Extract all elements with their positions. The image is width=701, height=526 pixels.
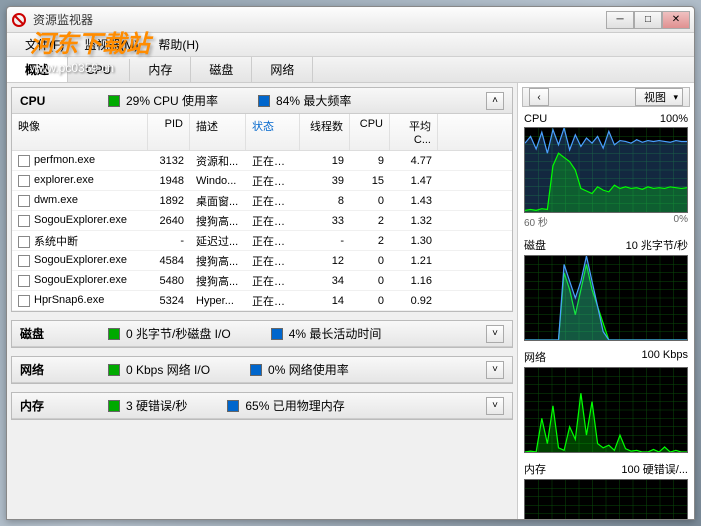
col-pid[interactable]: PID <box>148 114 190 150</box>
disk-io-indicator-icon <box>108 328 120 340</box>
cpu-freq-indicator-icon <box>258 95 270 107</box>
col-avg[interactable]: 平均 C... <box>390 114 438 150</box>
tab-memory[interactable]: 内存 <box>130 57 191 82</box>
memory-graph: 内存100 硬错误/... <box>524 461 688 519</box>
cpu-graph: CPU100%60 秒0% <box>524 113 688 229</box>
col-image[interactable]: 映像 <box>12 114 148 150</box>
table-row[interactable]: explorer.exe1948Windo...正在运行39151.47 <box>12 171 512 191</box>
collapse-icon[interactable]: ˄ <box>486 92 504 110</box>
menubar: 文件(F) 监视器(M) 帮助(H) <box>7 33 694 57</box>
close-button[interactable]: ✕ <box>662 11 690 29</box>
left-panel: CPU 29% CPU 使用率 84% 最大频率 ˄ 映像 PID 描述 状态 … <box>7 83 518 519</box>
tab-overview[interactable]: 概述 <box>7 57 68 82</box>
table-row[interactable]: HprSnap6.exe5324Hyper...正在运行1400.92 <box>12 291 512 311</box>
disk-section-header[interactable]: 磁盘 0 兆字节/秒磁盘 I/O 4% 最长活动时间 ˅ <box>12 321 512 347</box>
row-checkbox[interactable] <box>18 175 30 187</box>
tab-network[interactable]: 网络 <box>252 57 313 82</box>
disk-graph: 磁盘10 兆字节/秒 <box>524 237 688 341</box>
net-io-indicator-icon <box>108 364 120 376</box>
row-checkbox[interactable] <box>18 155 30 167</box>
col-threads[interactable]: 线程数 <box>300 114 350 150</box>
row-checkbox[interactable] <box>18 255 30 267</box>
network-section: 网络 0 Kbps 网络 I/O 0% 网络使用率 ˅ <box>11 356 513 384</box>
col-cpu[interactable]: CPU <box>350 114 390 150</box>
table-row[interactable]: SogouExplorer.exe2640搜狗高...正在运行3321.32 <box>12 211 512 231</box>
table-row[interactable]: perfmon.exe3132资源和...正在运行1994.77 <box>12 151 512 171</box>
window-title: 资源监视器 <box>33 11 606 28</box>
col-desc[interactable]: 描述 <box>190 114 246 150</box>
network-section-header[interactable]: 网络 0 Kbps 网络 I/O 0% 网络使用率 ˅ <box>12 357 512 383</box>
cpu-usage-indicator-icon <box>108 95 120 107</box>
tab-disk[interactable]: 磁盘 <box>191 57 252 82</box>
row-checkbox[interactable] <box>18 275 30 287</box>
right-toolbar: ‹ 视图 <box>522 87 690 107</box>
cpu-section-header[interactable]: CPU 29% CPU 使用率 84% 最大频率 ˄ <box>12 88 512 114</box>
disk-section: 磁盘 0 兆字节/秒磁盘 I/O 4% 最长活动时间 ˅ <box>11 320 513 348</box>
row-checkbox[interactable] <box>18 215 30 227</box>
row-checkbox[interactable] <box>18 295 30 307</box>
process-table: 映像 PID 描述 状态 线程数 CPU 平均 C... perfmon.exe… <box>12 114 512 311</box>
tab-bar: 概述 CPU 内存 磁盘 网络 <box>7 57 694 83</box>
app-icon <box>11 12 27 28</box>
net-use-indicator-icon <box>250 364 262 376</box>
nav-back-button[interactable]: ‹ <box>529 88 549 106</box>
main-window: 资源监视器 ─ □ ✕ 文件(F) 监视器(M) 帮助(H) 概述 CPU 内存… <box>6 6 695 520</box>
disk-active-indicator-icon <box>271 328 283 340</box>
table-row[interactable]: 系统中断-延迟过...正在运行-21.30 <box>12 231 512 251</box>
row-checkbox[interactable] <box>18 195 30 207</box>
table-row[interactable]: dwm.exe1892桌面窗...正在运行801.43 <box>12 191 512 211</box>
tab-cpu[interactable]: CPU <box>68 59 130 81</box>
memory-section: 内存 3 硬错误/秒 65% 已用物理内存 ˅ <box>11 392 513 420</box>
menu-monitor[interactable]: 监视器(M) <box>74 33 148 56</box>
right-panel: ‹ 视图 CPU100%60 秒0%磁盘10 兆字节/秒网络100 Kbps 内存… <box>518 83 694 519</box>
table-row[interactable]: SogouExplorer.exe5480搜狗高...正在运行3401.16 <box>12 271 512 291</box>
menu-help[interactable]: 帮助(H) <box>148 33 209 56</box>
titlebar[interactable]: 资源监视器 ─ □ ✕ <box>7 7 694 33</box>
expand-icon[interactable]: ˅ <box>486 361 504 379</box>
view-dropdown[interactable]: 视图 <box>635 88 683 106</box>
expand-icon[interactable]: ˅ <box>486 325 504 343</box>
menu-file[interactable]: 文件(F) <box>15 33 74 56</box>
col-status[interactable]: 状态 <box>246 114 300 150</box>
row-checkbox[interactable] <box>18 236 30 248</box>
expand-icon[interactable]: ˅ <box>486 397 504 415</box>
memory-section-header[interactable]: 内存 3 硬错误/秒 65% 已用物理内存 ˅ <box>12 393 512 419</box>
table-row[interactable]: SogouExplorer.exe4584搜狗高...正在运行1201.21 <box>12 251 512 271</box>
maximize-button[interactable]: □ <box>634 11 662 29</box>
mem-fault-indicator-icon <box>108 400 120 412</box>
mem-used-indicator-icon <box>227 400 239 412</box>
cpu-section: CPU 29% CPU 使用率 84% 最大频率 ˄ 映像 PID 描述 状态 … <box>11 87 513 312</box>
minimize-button[interactable]: ─ <box>606 11 634 29</box>
network-graph: 网络100 Kbps <box>524 349 688 453</box>
